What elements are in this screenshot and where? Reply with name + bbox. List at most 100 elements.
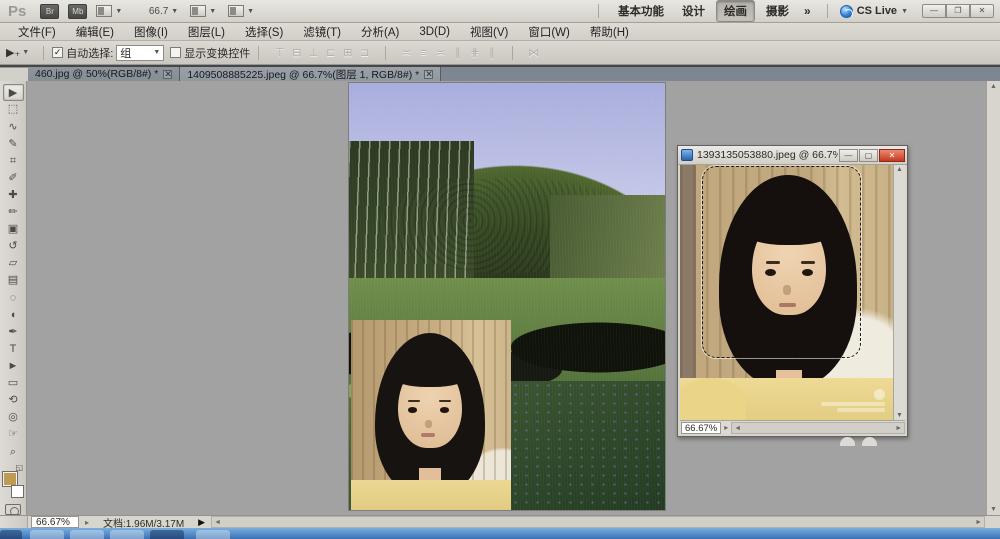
bridge-icon[interactable]: Br <box>40 4 59 19</box>
align-bottom-icon[interactable]: ⊥ <box>306 46 321 59</box>
align-right-icon[interactable]: ⊐ <box>357 46 372 59</box>
tool-eyedropper[interactable]: ✐ <box>3 170 24 187</box>
cs-live-button[interactable]: CS Live▼ <box>840 5 908 18</box>
tool-path-selection[interactable]: ► <box>3 358 24 375</box>
distribute-vcenter-icon[interactable]: ≡ <box>416 47 431 59</box>
workspace-vertical-scrollbar[interactable]: ▲ ▼ <box>986 81 1000 515</box>
workspace-overflow-chevron[interactable]: » <box>800 4 815 18</box>
status-widget-icon[interactable]: ▸ <box>721 423 731 432</box>
restore-button[interactable]: ❐ <box>946 4 970 18</box>
float-horizontal-scrollbar[interactable]: ◄ ► <box>731 422 905 434</box>
tool-type[interactable]: T <box>3 341 24 358</box>
menu-file[interactable]: 文件(F) <box>8 24 66 40</box>
tool-3d-rotate[interactable]: ⟲ <box>3 392 24 409</box>
scroll-down-icon[interactable]: ▼ <box>894 412 905 419</box>
distribute-left-icon[interactable]: ∥ <box>450 46 465 59</box>
align-left-icon[interactable]: ⊏ <box>323 46 338 59</box>
tool-hand[interactable]: ☞ <box>3 426 24 443</box>
tool-crop[interactable]: ⌗ <box>3 153 24 170</box>
workspace-essentials[interactable]: 基本功能 <box>611 1 671 21</box>
align-top-icon[interactable]: ⊤ <box>272 46 287 59</box>
view-extras-button[interactable]: ▼ <box>190 5 216 17</box>
align-hcenter-icon[interactable]: ⊞ <box>340 46 355 59</box>
menu-select[interactable]: 选择(S) <box>235 24 293 40</box>
workspace-design[interactable]: 设计 <box>675 1 712 21</box>
menu-view[interactable]: 视图(V) <box>460 24 518 40</box>
float-maximize-button[interactable]: ▢ <box>859 149 878 162</box>
scroll-left-icon[interactable]: ◄ <box>734 425 741 432</box>
screen-mode-button[interactable]: ▼ <box>228 5 254 17</box>
taskbar-item[interactable] <box>196 530 230 539</box>
scroll-left-icon[interactable]: ◄ <box>214 519 221 526</box>
tool-clone-stamp[interactable]: ▣ <box>3 221 24 238</box>
document-tab-460[interactable]: 460.jpg @ 50%(RGB/8#) *✕ <box>28 67 180 81</box>
menu-edit[interactable]: 编辑(E) <box>66 24 124 40</box>
arrange-documents-button[interactable]: ▼ <box>96 5 122 17</box>
statusbar-widget-icon[interactable]: ▸ <box>79 518 95 527</box>
taskbar-item[interactable] <box>30 530 64 539</box>
background-color-swatch[interactable] <box>11 485 24 498</box>
tab-close-icon[interactable]: ✕ <box>163 70 172 79</box>
mini-bridge-icon[interactable]: Mb <box>68 4 87 19</box>
close-button[interactable]: ✕ <box>970 4 994 18</box>
minimize-button[interactable]: — <box>922 4 946 18</box>
menu-analysis[interactable]: 分析(A) <box>351 24 409 40</box>
taskbar-item[interactable] <box>70 530 104 539</box>
taskbar-item[interactable] <box>110 530 144 539</box>
float-vertical-scrollbar[interactable]: ▲ ▼ <box>893 165 905 420</box>
workspace-photography[interactable]: 摄影 <box>759 1 796 21</box>
tool-spot-healing-brush[interactable]: ✚ <box>3 187 24 204</box>
menu-layer[interactable]: 图层(L) <box>178 24 235 40</box>
scroll-up-icon[interactable]: ▲ <box>894 166 905 173</box>
marching-ants-selection[interactable] <box>702 166 861 358</box>
pasted-girl-layer[interactable] <box>351 320 511 510</box>
menu-filter[interactable]: 滤镜(T) <box>293 24 351 40</box>
tool-rectangular-marquee[interactable]: ⬚ <box>3 101 24 118</box>
taskbar-item-active[interactable] <box>150 530 184 539</box>
scroll-right-icon[interactable]: ► <box>895 425 902 432</box>
status-options-arrow[interactable]: ▶ <box>192 517 211 528</box>
menu-3d[interactable]: 3D(D) <box>409 26 460 38</box>
distribute-right-icon[interactable]: ∥ <box>484 46 499 59</box>
tool-quick-selection[interactable]: ✎ <box>3 136 24 153</box>
statusbar-zoom-field[interactable]: 66.67% <box>31 516 79 528</box>
tool-eraser[interactable]: ▱ <box>3 255 24 272</box>
windows-taskbar[interactable] <box>0 528 1000 539</box>
float-zoom-field[interactable]: 66.67% <box>681 422 721 434</box>
auto-align-layers-icon[interactable]: ⋈ <box>526 46 541 59</box>
scroll-down-icon[interactable]: ▼ <box>987 506 1000 513</box>
tool-gradient[interactable]: ▤ <box>3 272 24 289</box>
floating-document-window[interactable]: 1393135053880.jpeg @ 66.7%(... — ▢ ✕ <box>677 145 908 437</box>
scroll-up-icon[interactable]: ▲ <box>987 83 1000 90</box>
distribute-hcenter-icon[interactable]: ⋕ <box>467 46 482 59</box>
auto-select-dropdown[interactable]: 组▼ <box>116 45 164 61</box>
distribute-bottom-icon[interactable]: ≍ <box>433 46 448 59</box>
menu-help[interactable]: 帮助(H) <box>580 24 639 40</box>
quick-mask-button[interactable] <box>5 504 21 515</box>
document-tab-1409508885225[interactable]: 1409508885225.jpeg @ 66.7%(图层 1, RGB/8#)… <box>180 67 441 81</box>
workspace-painting[interactable]: 绘画 <box>716 0 755 22</box>
distribute-top-icon[interactable]: ≍ <box>399 46 414 59</box>
auto-select-checkbox[interactable]: ✓ <box>52 47 63 58</box>
align-vcenter-icon[interactable]: ⊟ <box>289 46 304 59</box>
tool-rectangle[interactable]: ▭ <box>3 375 24 392</box>
show-transform-checkbox[interactable] <box>170 47 181 58</box>
tool-pen[interactable]: ✒ <box>3 324 24 341</box>
taskbar-start-button[interactable] <box>0 530 22 539</box>
tool-preset-picker[interactable]: ▶₊▼ <box>0 46 35 59</box>
tool-history-brush[interactable]: ↺ <box>3 238 24 255</box>
zoom-level-control[interactable]: 66.7▼ <box>134 6 178 17</box>
workspace-horizontal-scrollbar[interactable]: ◄ ► <box>211 516 985 528</box>
menu-window[interactable]: 窗口(W) <box>518 24 580 40</box>
tool-zoom[interactable]: ⌕ <box>3 444 24 461</box>
tool-brush[interactable]: ✏ <box>3 204 24 221</box>
float-minimize-button[interactable]: — <box>839 149 858 162</box>
canvas-landscape-document[interactable] <box>349 83 665 510</box>
floating-window-titlebar[interactable]: 1393135053880.jpeg @ 66.7%(... — ▢ ✕ <box>678 146 907 165</box>
tool-move[interactable]: ▶ <box>3 84 24 101</box>
tool-blur[interactable]: ◌ <box>3 290 24 307</box>
tool-dodge[interactable]: ◖ <box>3 307 24 324</box>
menu-image[interactable]: 图像(I) <box>124 24 178 40</box>
girl-photo-document[interactable] <box>680 165 893 420</box>
scroll-right-icon[interactable]: ► <box>975 519 982 526</box>
